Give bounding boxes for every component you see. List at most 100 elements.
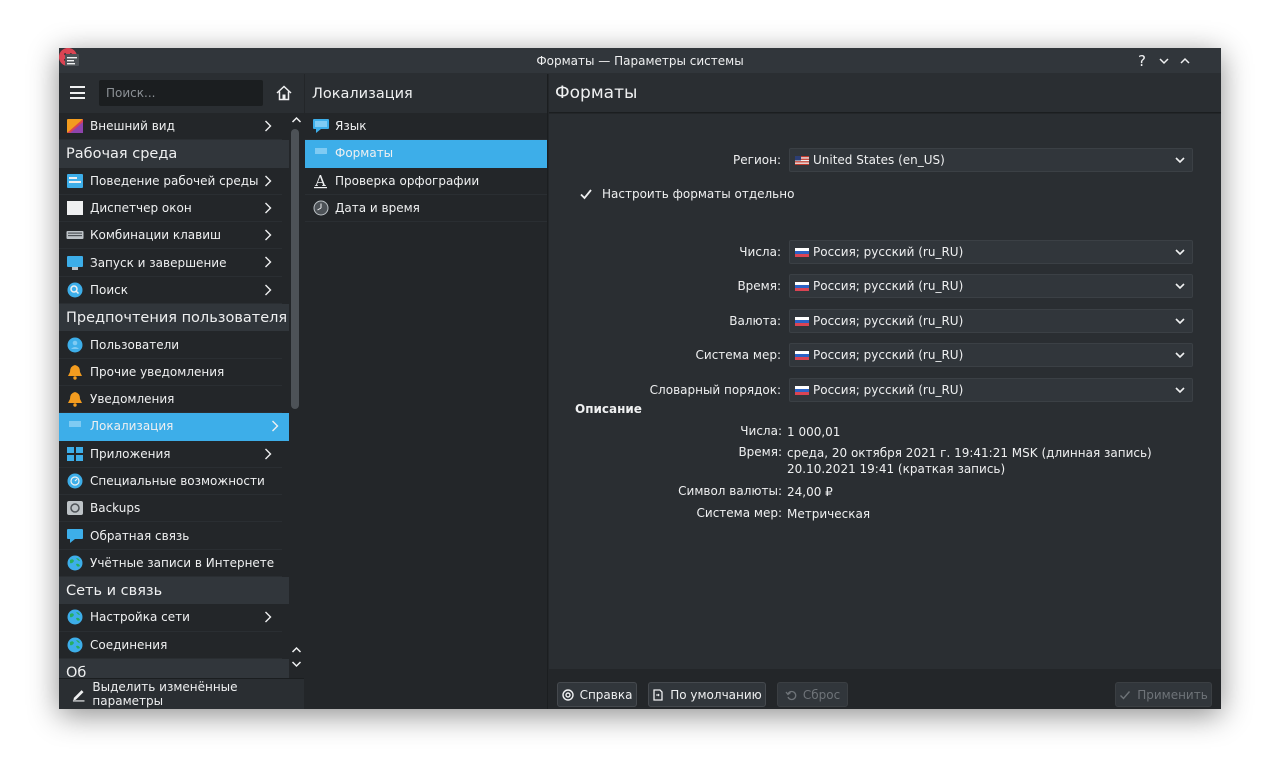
help-icon[interactable]: ? bbox=[1133, 52, 1151, 70]
scroll-up-icon[interactable] bbox=[291, 115, 302, 125]
subpanel-item[interactable]: Язык bbox=[305, 113, 547, 141]
subpanel-item[interactable]: A Проверка орфографии bbox=[305, 168, 547, 195]
sidebar-category: Об bbox=[59, 658, 289, 678]
sidebar-scrollbar[interactable] bbox=[289, 113, 304, 678]
chevron-right-icon bbox=[264, 228, 272, 242]
sidebar-item-label: Внешний вид bbox=[90, 119, 175, 134]
region-combobox[interactable]: United States (en_US) bbox=[789, 148, 1193, 172]
checkbox-checked-icon[interactable] bbox=[579, 187, 593, 201]
apply-button[interactable]: Применить bbox=[1115, 682, 1212, 707]
language-icon bbox=[312, 118, 330, 134]
sidebar-item[interactable]: Учётные записи в Интернете bbox=[59, 550, 282, 578]
applications-icon bbox=[66, 446, 84, 462]
chevron-right-icon bbox=[264, 447, 272, 461]
page-title: Форматы bbox=[549, 74, 1221, 113]
sidebar-category: Рабочая среда bbox=[59, 140, 289, 168]
format-combobox[interactable]: Россия; русский (ru_RU) bbox=[789, 309, 1193, 333]
sidebar-item[interactable]: Внешний вид bbox=[59, 113, 282, 141]
localization-icon bbox=[66, 418, 84, 434]
sidebar-item[interactable]: Соединения bbox=[59, 632, 282, 659]
chevron-right-icon bbox=[264, 174, 272, 188]
system-settings-window: Форматы — Параметры системы ? Внешний ви… bbox=[59, 48, 1221, 709]
format-row: Валюта: Россия; русский (ru_RU) bbox=[549, 309, 1221, 333]
reset-button[interactable]: Сброс bbox=[777, 682, 848, 707]
format-value: Россия; русский (ru_RU) bbox=[813, 314, 964, 328]
users-icon bbox=[66, 337, 84, 353]
subpanel-item[interactable]: Форматы bbox=[305, 140, 547, 168]
chevron-down-icon bbox=[1175, 387, 1185, 394]
window-title: Форматы — Параметры системы bbox=[536, 54, 744, 68]
format-combobox[interactable]: Россия; русский (ru_RU) bbox=[789, 343, 1193, 367]
desc-currency-label: Символ валюты: bbox=[678, 484, 782, 498]
format-combobox[interactable]: Россия; русский (ru_RU) bbox=[789, 240, 1193, 264]
sidebar-item[interactable]: Настройка сети bbox=[59, 604, 282, 632]
sidebar-item[interactable]: Запуск и завершение bbox=[59, 249, 282, 277]
sidebar-item-label: Backups bbox=[90, 501, 141, 516]
sidebar-item[interactable]: Приложения bbox=[59, 441, 282, 468]
sidebar-list: Внешний вид Рабочая среда Поведение рабоче… bbox=[59, 113, 289, 678]
desc-currency-value: 24,00 ₽ bbox=[787, 485, 833, 499]
sidebar-item[interactable]: Комбинации клавиш bbox=[59, 222, 282, 250]
desc-numbers-label: Числа: bbox=[740, 424, 782, 438]
region-row: Регион: United States (en_US) bbox=[549, 148, 1221, 172]
feedback-icon bbox=[66, 528, 84, 544]
sidebar-item[interactable]: Локализация bbox=[59, 413, 289, 441]
defaults-button[interactable]: По умолчанию bbox=[648, 682, 766, 707]
sidebar-item[interactable]: Прочие уведомления bbox=[59, 359, 282, 386]
minimize-icon[interactable] bbox=[1155, 52, 1173, 70]
document-icon bbox=[653, 688, 663, 701]
sidebar-item[interactable]: Диспетчер окон bbox=[59, 195, 282, 223]
desc-time-long: среда, 20 октября 2021 г. 19:41:21 MSK (… bbox=[787, 446, 1152, 460]
format-combobox[interactable]: Россия; русский (ru_RU) bbox=[789, 378, 1193, 402]
subpanel-item[interactable]: Дата и время bbox=[305, 195, 547, 223]
sidebar-item-label: Прочие уведомления bbox=[90, 364, 225, 379]
desc-measure-value: Метрическая bbox=[787, 507, 871, 521]
formats-content: Регион: United States (en_US) Настроить … bbox=[549, 114, 1221, 669]
desc-measure-label: Система мер: bbox=[696, 506, 782, 520]
undo-icon bbox=[785, 690, 797, 700]
backup-icon bbox=[66, 500, 84, 516]
scroll-up-icon-bottom[interactable] bbox=[291, 645, 302, 655]
scroll-down-icon[interactable] bbox=[291, 659, 302, 669]
sidebar-item[interactable]: Пользователи bbox=[59, 331, 282, 359]
hamburger-menu-icon[interactable] bbox=[70, 86, 85, 99]
format-value: Россия; русский (ru_RU) bbox=[813, 245, 964, 259]
chevron-down-icon bbox=[1175, 249, 1185, 256]
scroll-thumb[interactable] bbox=[291, 129, 299, 409]
maximize-icon[interactable] bbox=[1176, 52, 1194, 70]
separate-formats-label: Настроить форматы отдельно bbox=[602, 187, 795, 201]
title-bar[interactable]: Форматы — Параметры системы ? bbox=[59, 48, 1221, 74]
sidebar-item[interactable]: Обратная связь bbox=[59, 522, 282, 550]
sidebar-item-label: Учётные записи в Интернете bbox=[90, 555, 275, 570]
sidebar-item[interactable]: Поведение рабочей среды bbox=[59, 168, 282, 195]
format-label: Валюта: bbox=[729, 314, 781, 328]
sidebar-item-label: Диспетчер окон bbox=[90, 201, 192, 216]
sidebar-item[interactable]: Специальные возможности bbox=[59, 468, 282, 496]
spellcheck-icon: A bbox=[312, 172, 330, 190]
sidebar-item[interactable]: Backups bbox=[59, 495, 282, 523]
sidebar-item[interactable]: Поиск bbox=[59, 277, 282, 305]
chevron-down-icon bbox=[1175, 157, 1185, 164]
sidebar-item[interactable]: Уведомления bbox=[59, 386, 282, 414]
search-input[interactable] bbox=[99, 80, 263, 106]
format-combobox[interactable]: Россия; русский (ru_RU) bbox=[789, 274, 1193, 298]
sidebar: Внешний вид Рабочая среда Поведение рабоче… bbox=[59, 74, 304, 709]
sidebar-item-label: Специальные возможности bbox=[90, 474, 265, 488]
bell-icon bbox=[66, 364, 84, 380]
help-button[interactable]: Справка bbox=[557, 682, 637, 707]
help-button-icon bbox=[561, 688, 574, 701]
ru-flag-icon bbox=[795, 247, 809, 257]
chevron-down-icon bbox=[1175, 352, 1185, 359]
svg-text:A: A bbox=[314, 173, 326, 189]
home-icon[interactable] bbox=[275, 84, 293, 102]
chevron-right-icon bbox=[264, 201, 272, 215]
highlight-changes-button[interactable]: Выделить изменённые параметры bbox=[59, 678, 304, 709]
subpanel-item-label: Дата и время bbox=[335, 201, 420, 216]
defaults-button-label: По умолчанию bbox=[670, 687, 762, 702]
subpanel-item-label: Проверка орфографии bbox=[335, 173, 480, 188]
separate-formats-checkbox-row[interactable]: Настроить форматы отдельно bbox=[579, 187, 794, 201]
window-manager-icon bbox=[66, 200, 84, 216]
globe-icon bbox=[66, 637, 84, 653]
subpanel-item-label: Язык bbox=[335, 119, 367, 134]
sidebar-item-label: Поведение рабочей среды bbox=[90, 173, 259, 188]
